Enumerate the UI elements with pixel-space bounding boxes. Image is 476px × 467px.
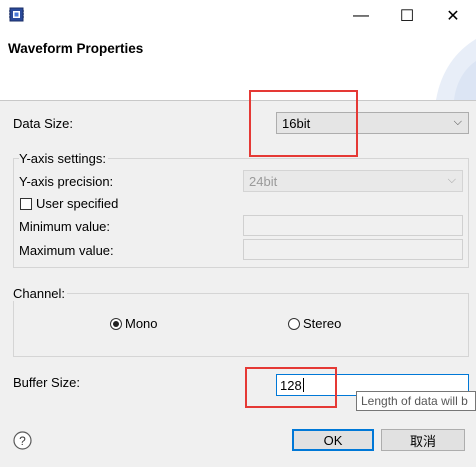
- close-icon: ✕: [446, 7, 460, 25]
- user-specified-checkbox[interactable]: [20, 198, 32, 210]
- mono-radio[interactable]: [110, 318, 122, 330]
- buffer-size-tooltip: Length of data will b: [356, 391, 476, 411]
- title-bar: — ☐ ✕: [0, 0, 476, 31]
- minimum-value-label: Minimum value:: [19, 219, 111, 234]
- ok-button[interactable]: OK: [292, 429, 374, 451]
- channel-group: [13, 293, 469, 357]
- mono-label: Mono: [125, 316, 158, 331]
- data-size-label: Data Size:: [13, 116, 73, 131]
- maximum-value-label: Maximum value:: [19, 243, 114, 258]
- help-icon[interactable]: ?: [13, 431, 32, 450]
- user-specified-label: User specified: [36, 196, 119, 211]
- chevron-down-icon: ⌵: [453, 116, 462, 128]
- maximize-icon: ☐: [399, 7, 415, 25]
- app-icon: [9, 7, 24, 22]
- radio-selected-dot: [113, 321, 119, 327]
- maximize-button[interactable]: ☐: [384, 0, 430, 31]
- stereo-label: Stereo: [303, 316, 342, 331]
- highlight-box-buffer-size: [245, 367, 337, 408]
- cancel-button[interactable]: 取消: [381, 429, 465, 451]
- dialog-header: Waveform Properties: [0, 31, 476, 101]
- y-axis-precision-select[interactable]: 24bit ⌵: [243, 170, 463, 192]
- cancel-button-label: 取消: [409, 433, 436, 449]
- buffer-size-label: Buffer Size:: [13, 375, 80, 390]
- channel-group-label: Channel:: [13, 286, 68, 301]
- stereo-radio[interactable]: [288, 318, 300, 330]
- dialog-title: Waveform Properties: [8, 41, 144, 56]
- ok-button-label: OK: [323, 432, 343, 448]
- highlight-box-data-size: [249, 90, 358, 157]
- chevron-down-icon: ⌵: [447, 174, 456, 186]
- header-decoration: [436, 39, 476, 100]
- y-axis-group-label: Y-axis settings:: [19, 151, 108, 166]
- y-axis-precision-value: 24bit: [249, 173, 278, 189]
- maximum-value-field[interactable]: [243, 239, 463, 260]
- y-axis-precision-label: Y-axis precision:: [19, 174, 114, 189]
- close-button[interactable]: ✕: [430, 0, 476, 31]
- minimize-button[interactable]: —: [338, 0, 384, 31]
- minimize-icon: —: [353, 6, 369, 24]
- svg-text:?: ?: [19, 434, 26, 448]
- minimum-value-field[interactable]: [243, 215, 463, 236]
